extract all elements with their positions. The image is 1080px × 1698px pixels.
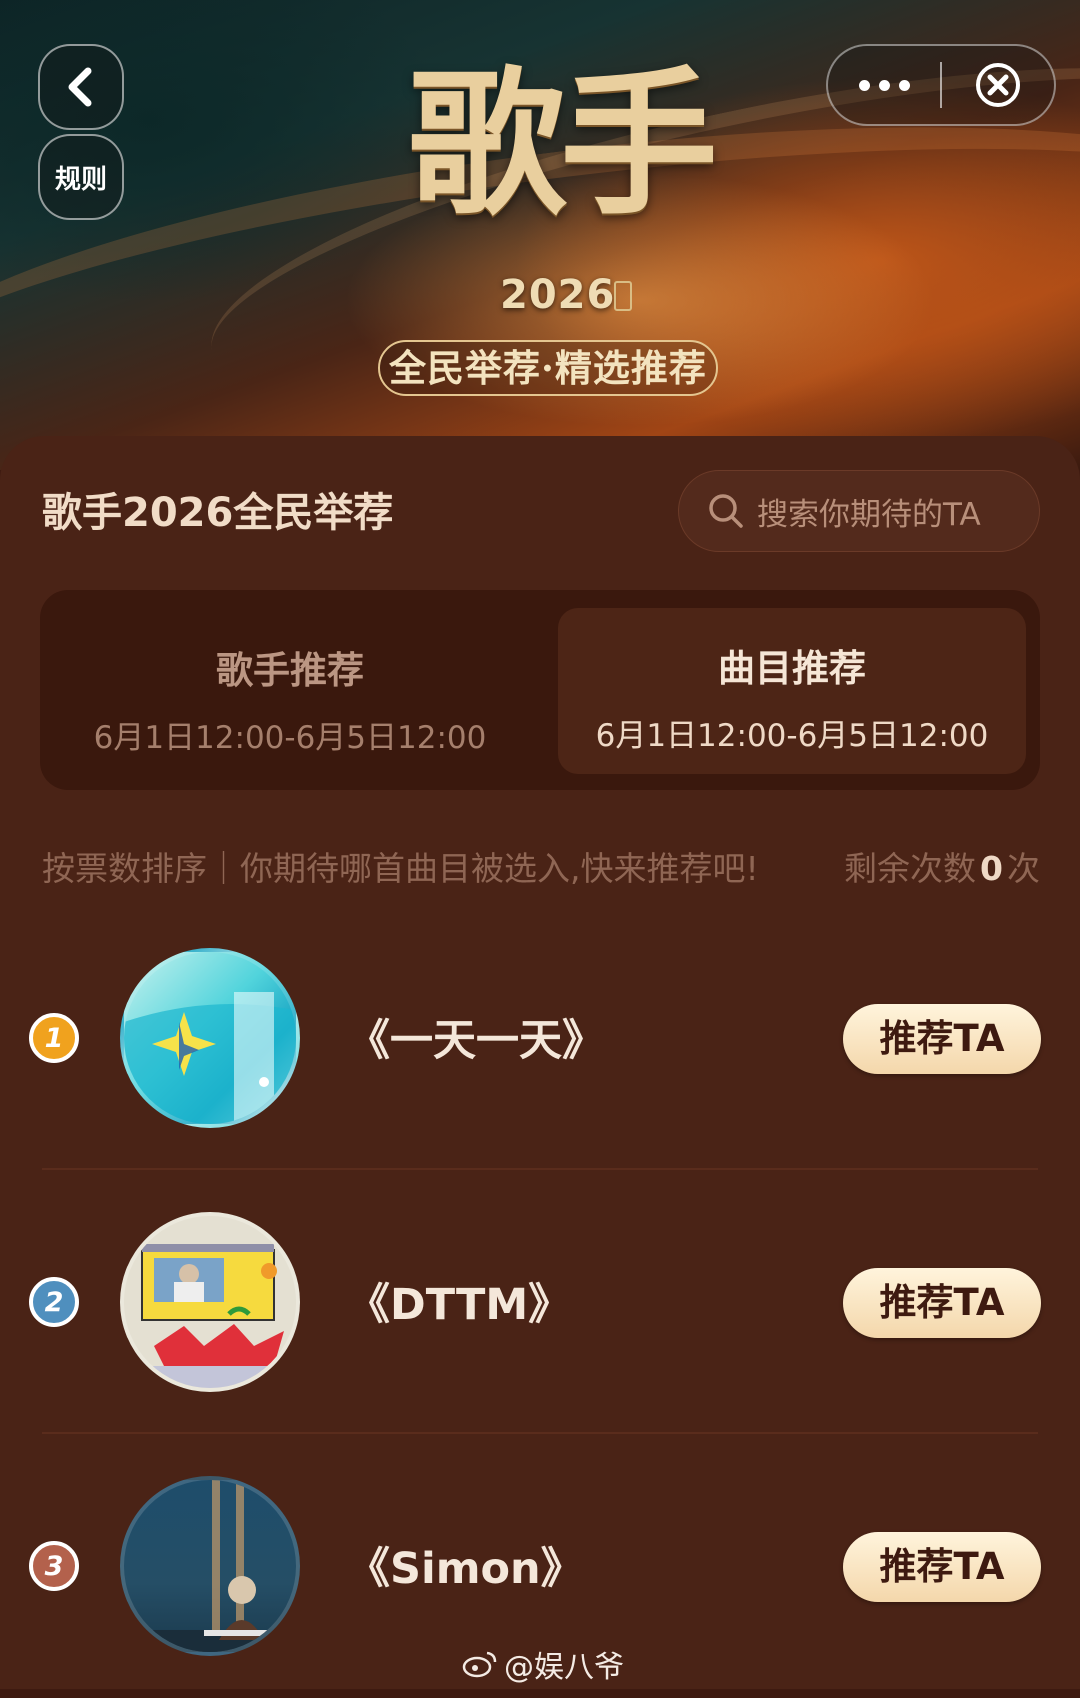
tab-label: 曲目推荐	[718, 647, 866, 690]
sort-hint: 按票数排序｜你期待哪首曲目被选入,快来推荐吧!	[42, 849, 759, 888]
list-item: 1 《一天一天》 推荐TA	[0, 906, 1080, 1170]
more-dots-icon[interactable]	[828, 79, 940, 91]
remaining-count: 0	[980, 849, 1003, 888]
hero-banner: 规则 歌手 2026 全民举荐·精选推荐	[0, 0, 1080, 470]
recommend-button[interactable]: 推荐TA	[843, 1004, 1041, 1074]
tab-time-range: 6月1日12:00-6月5日12:00	[93, 720, 487, 756]
main-panel: 歌手2026全民举荐 搜索你期待的TA 歌手推荐 6月1日12:00-6月5日1…	[0, 436, 1080, 1689]
rank-badge: 3	[29, 1541, 79, 1591]
rank-badge: 1	[29, 1013, 79, 1063]
tab-label: 歌手推荐	[216, 649, 364, 692]
rank-badge: 2	[29, 1277, 79, 1327]
mini-program-capsule	[826, 44, 1056, 126]
back-button[interactable]	[38, 44, 124, 130]
chevron-left-icon	[68, 67, 92, 107]
recommend-button[interactable]: 推荐TA	[843, 1268, 1041, 1338]
remaining-votes: 剩余次数 0 次	[844, 842, 1040, 890]
song-cover-image	[120, 948, 300, 1128]
weibo-icon	[462, 1651, 497, 1678]
song-title: 《Simon》	[347, 1544, 584, 1594]
song-cover-image	[120, 1212, 300, 1392]
tab-song-recommend[interactable]: 曲目推荐 6月1日12:00-6月5日12:00	[558, 608, 1026, 774]
song-cover-image	[120, 1476, 300, 1656]
remaining-unit: 次	[1007, 849, 1040, 888]
close-circle-icon	[976, 63, 1020, 107]
page-title: 歌手2026全民举荐	[42, 490, 394, 536]
song-title: 《一天一天》	[347, 1016, 605, 1066]
show-logo-subtitle: 全民举荐·精选推荐	[378, 340, 718, 396]
search-icon	[707, 492, 745, 530]
rules-button[interactable]: 规则	[38, 134, 124, 220]
watermark: @娱八爷	[462, 1642, 624, 1686]
tab-singer-recommend[interactable]: 歌手推荐 6月1日12:00-6月5日12:00	[40, 590, 540, 790]
recommend-button[interactable]: 推荐TA	[843, 1532, 1041, 1602]
info-row: 按票数排序｜你期待哪首曲目被选入,快来推荐吧! 剩余次数 0 次	[42, 832, 1040, 892]
watermark-text: @娱八爷	[504, 1650, 624, 1685]
remaining-label: 剩余次数	[844, 849, 977, 888]
show-logo-title: 歌手	[408, 52, 718, 237]
search-input[interactable]: 搜索你期待的TA	[678, 470, 1040, 552]
list-item: 2 《DTTM》 推荐TA	[0, 1170, 1080, 1434]
close-button[interactable]	[942, 61, 1054, 109]
tab-time-range: 6月1日12:00-6月5日12:00	[595, 718, 989, 754]
search-placeholder: 搜索你期待的TA	[757, 496, 981, 533]
logo-tag-mark	[614, 281, 632, 311]
show-logo-year: 2026	[500, 272, 616, 318]
song-title: 《DTTM》	[347, 1280, 572, 1330]
recommend-tabs: 歌手推荐 6月1日12:00-6月5日12:00 曲目推荐 6月1日12:00-…	[40, 590, 1040, 790]
